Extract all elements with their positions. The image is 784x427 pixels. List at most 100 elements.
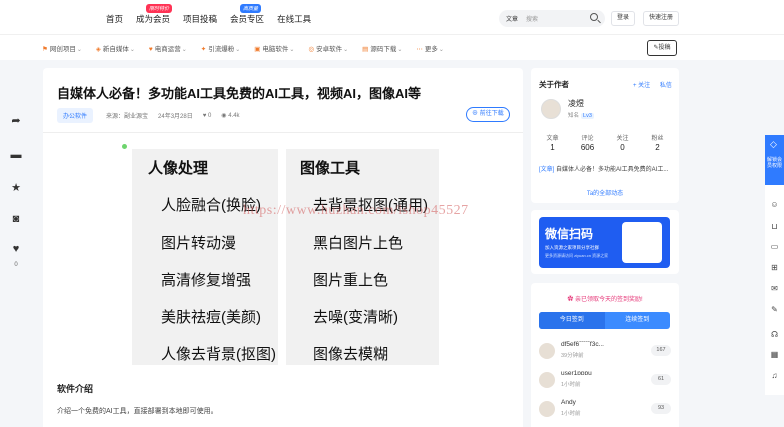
list-item[interactable]: user1ɒɒɒu 1小时前 61 [539, 370, 671, 392]
go-download-button[interactable]: ⊕ 前往下载 [466, 107, 510, 122]
feature-item: 去噪(变清晰) [313, 309, 398, 326]
user-name: df5ef6ˉˉˉˉˉf3c... [561, 341, 604, 348]
message-button[interactable]: 私信 [660, 83, 672, 89]
login-button[interactable]: 登录 [611, 11, 636, 26]
wechat-banner[interactable]: 微信扫码 加入资源之家项目分享社群 更多资源请访问 ziyuan.cn 资源之家 [539, 217, 670, 268]
divider [43, 132, 523, 133]
list-item[interactable]: Andy 1小时前 93 [539, 399, 671, 421]
category-icon: ✦ [200, 46, 207, 53]
feature-item: 美肤祛痘(美颜) [161, 309, 261, 326]
user-name: Andy [561, 399, 576, 406]
follow-button[interactable]: + 关注 [633, 83, 650, 89]
article-meta: 办公软件 来源：副业源宝 24年3月28日 ♥ 0 ◉ 4.4k [57, 108, 250, 123]
list-item[interactable]: df5ef6ˉˉˉˉˉf3c... 39分钟前 167 [539, 341, 671, 363]
right-float-bar: ◇ 解锁会员权限 ☺ ⊔ ▭ ⊞ ✉ ✎ ☊ ▦ ♫ [765, 135, 784, 395]
user-time: 1小时前 [561, 382, 581, 388]
chevron-down-icon: ⌄ [235, 47, 241, 53]
unlock-vip-tab[interactable]: ◇ 解锁会员权限 [765, 135, 784, 185]
nav-vip-zone[interactable]: 会员专区 高质量 [230, 4, 264, 25]
register-button[interactable]: 快速注册 [643, 11, 680, 26]
tab-continuous-sign[interactable]: 连续签到 [605, 312, 671, 329]
feature-item: 图片转动漫 [161, 235, 237, 252]
author-card: 关于作者 + 关注 私信 凌煜 知名 Lv3 文章 1 评论 606 关注 0 粉丝 2 … [531, 68, 679, 203]
points-badge: 61 [651, 374, 671, 385]
author-bio: 知名 Lv3 [568, 113, 594, 119]
chevron-down-icon: ⌄ [343, 47, 349, 53]
diamond-icon: ◇ [770, 139, 777, 149]
avatar [539, 401, 555, 417]
chevron-down-icon: ⌄ [129, 47, 135, 53]
stat-articles: 文章 1 [546, 136, 559, 152]
category-icon: ◎ [308, 46, 315, 53]
feature-column-portrait: 人像处理 人脸融合(换脸) 图片转动漫 高清修复增强 美肤祛痘(美颜) 人像去背… [132, 149, 278, 365]
category-item[interactable]: ⋯ 更多⌄ [416, 43, 444, 53]
feature-item: 图像去模糊 [313, 346, 389, 363]
headset-icon[interactable]: ☊ [769, 329, 780, 340]
chevron-down-icon: ⌄ [76, 47, 82, 53]
bell-icon[interactable]: ♫ [769, 370, 780, 381]
author-all-activity-link[interactable]: Ta的全部动态 [531, 188, 679, 197]
status-dot [122, 144, 127, 149]
category-item[interactable]: ♥ 电商运营⌄ [149, 43, 187, 53]
chevron-down-icon: ⌄ [289, 47, 295, 53]
like-icon[interactable]: ♥ 0 [9, 242, 23, 268]
article-description: 介绍一个免费的AI工具，直接部署到本地即可使用。 [57, 408, 218, 415]
nav-submit[interactable]: 项目投稿 [183, 13, 217, 25]
feature-item: 黑白图片上色 [313, 235, 404, 252]
search-icon[interactable] [590, 13, 598, 21]
points-badge: 93 [651, 403, 671, 414]
share-icon[interactable]: ➦ [9, 114, 23, 128]
category-icon: ▤ [362, 46, 369, 53]
tab-today-sign[interactable]: 今日签到 [539, 312, 605, 329]
category-item[interactable]: ◈ 新自媒体⌄ [96, 43, 135, 53]
user-time: 1小时前 [561, 411, 581, 417]
top-navbar: 首页 成为会员 限时特价 项目投稿 会员专区 高质量 在线工具 文章 搜索 登录 快… [0, 0, 784, 34]
nav-vip[interactable]: 成为会员 限时特价 [136, 4, 173, 25]
author-last-post[interactable]: [文章] 自媒体人必备！多功能AI工具免费的AI工... [539, 164, 671, 173]
article-likes: ♥ 0 [202, 112, 212, 119]
star-icon[interactable]: ★ [9, 181, 23, 195]
report-icon[interactable]: ◙ [9, 212, 23, 226]
post-button[interactable]: ✎投稿 [647, 40, 677, 56]
nav-home[interactable]: 首页 [106, 13, 123, 25]
chevron-down-icon: ⌄ [438, 47, 444, 53]
author-card-heading: 关于作者 [539, 80, 569, 89]
edit-icon[interactable]: ✎ [769, 304, 780, 315]
category-icon: ◈ [95, 46, 101, 53]
comment-icon[interactable]: ▬ [9, 148, 23, 162]
category-list: ⚑ 网创项目⌄ ◈ 新自媒体⌄ ♥ 电商运营⌄ ✦ 引流爆粉⌄ ▣ 电脑软件⌄ ◎ 安卓软件… [42, 43, 458, 53]
category-item[interactable]: ⚑ 网创项目⌄ [42, 43, 82, 53]
gift-icon[interactable]: ⊞ [769, 262, 780, 273]
feature-image: 人像处理 人脸融合(换脸) 图片转动漫 高清修复增强 美肤祛痘(美颜) 人像去背… [132, 149, 439, 365]
stat-fans: 粉丝 2 [651, 136, 664, 152]
cart-icon[interactable]: ⊔ [769, 221, 780, 232]
article-tag[interactable]: 办公软件 [57, 108, 94, 123]
search-input[interactable]: 文章 搜索 [499, 10, 605, 27]
user-name: user1ɒɒɒu [561, 370, 592, 377]
qrcode-icon[interactable]: ▦ [769, 349, 780, 360]
author-avatar[interactable] [541, 99, 561, 119]
author-name[interactable]: 凌煜 [568, 98, 584, 109]
article-views: ◉ 4.4k [221, 113, 240, 119]
wechat-title: 微信扫码 [545, 227, 594, 241]
category-item[interactable]: ▤ 源码下载⌄ [362, 43, 402, 53]
like-count: 0 [14, 262, 18, 268]
author-actions: + 关注 私信 [633, 80, 672, 89]
feature-header: 图像工具 [300, 160, 361, 177]
nav-online-tools[interactable]: 在线工具 [277, 13, 311, 25]
category-icon: ⚑ [42, 46, 48, 53]
search-type-select[interactable]: 文章 [506, 14, 518, 23]
article-date: 24年3月28日 [158, 114, 193, 120]
mail-icon[interactable]: ✉ [769, 283, 780, 294]
author-stats: 文章 1 评论 606 关注 0 粉丝 2 [535, 133, 675, 152]
wechat-subtitle: 加入资源之家项目分享社群 [545, 245, 599, 250]
article-card: 自媒体人必备！多功能AI工具免费的AI工具，视频AI，图像AI等 办公软件 来源… [43, 68, 523, 427]
category-icon: ♥ [148, 46, 153, 53]
category-item[interactable]: ▣ 电脑软件⌄ [254, 43, 294, 53]
user-icon[interactable]: ☺ [769, 199, 780, 210]
ticket-icon[interactable]: ▭ [769, 241, 780, 252]
category-item[interactable]: ◎ 安卓软件⌄ [308, 43, 348, 53]
feature-item: 人像去背景(抠图) [161, 346, 276, 363]
category-item[interactable]: ✦ 引流爆粉⌄ [201, 43, 240, 53]
feature-item: 高清修复增强 [161, 272, 252, 289]
